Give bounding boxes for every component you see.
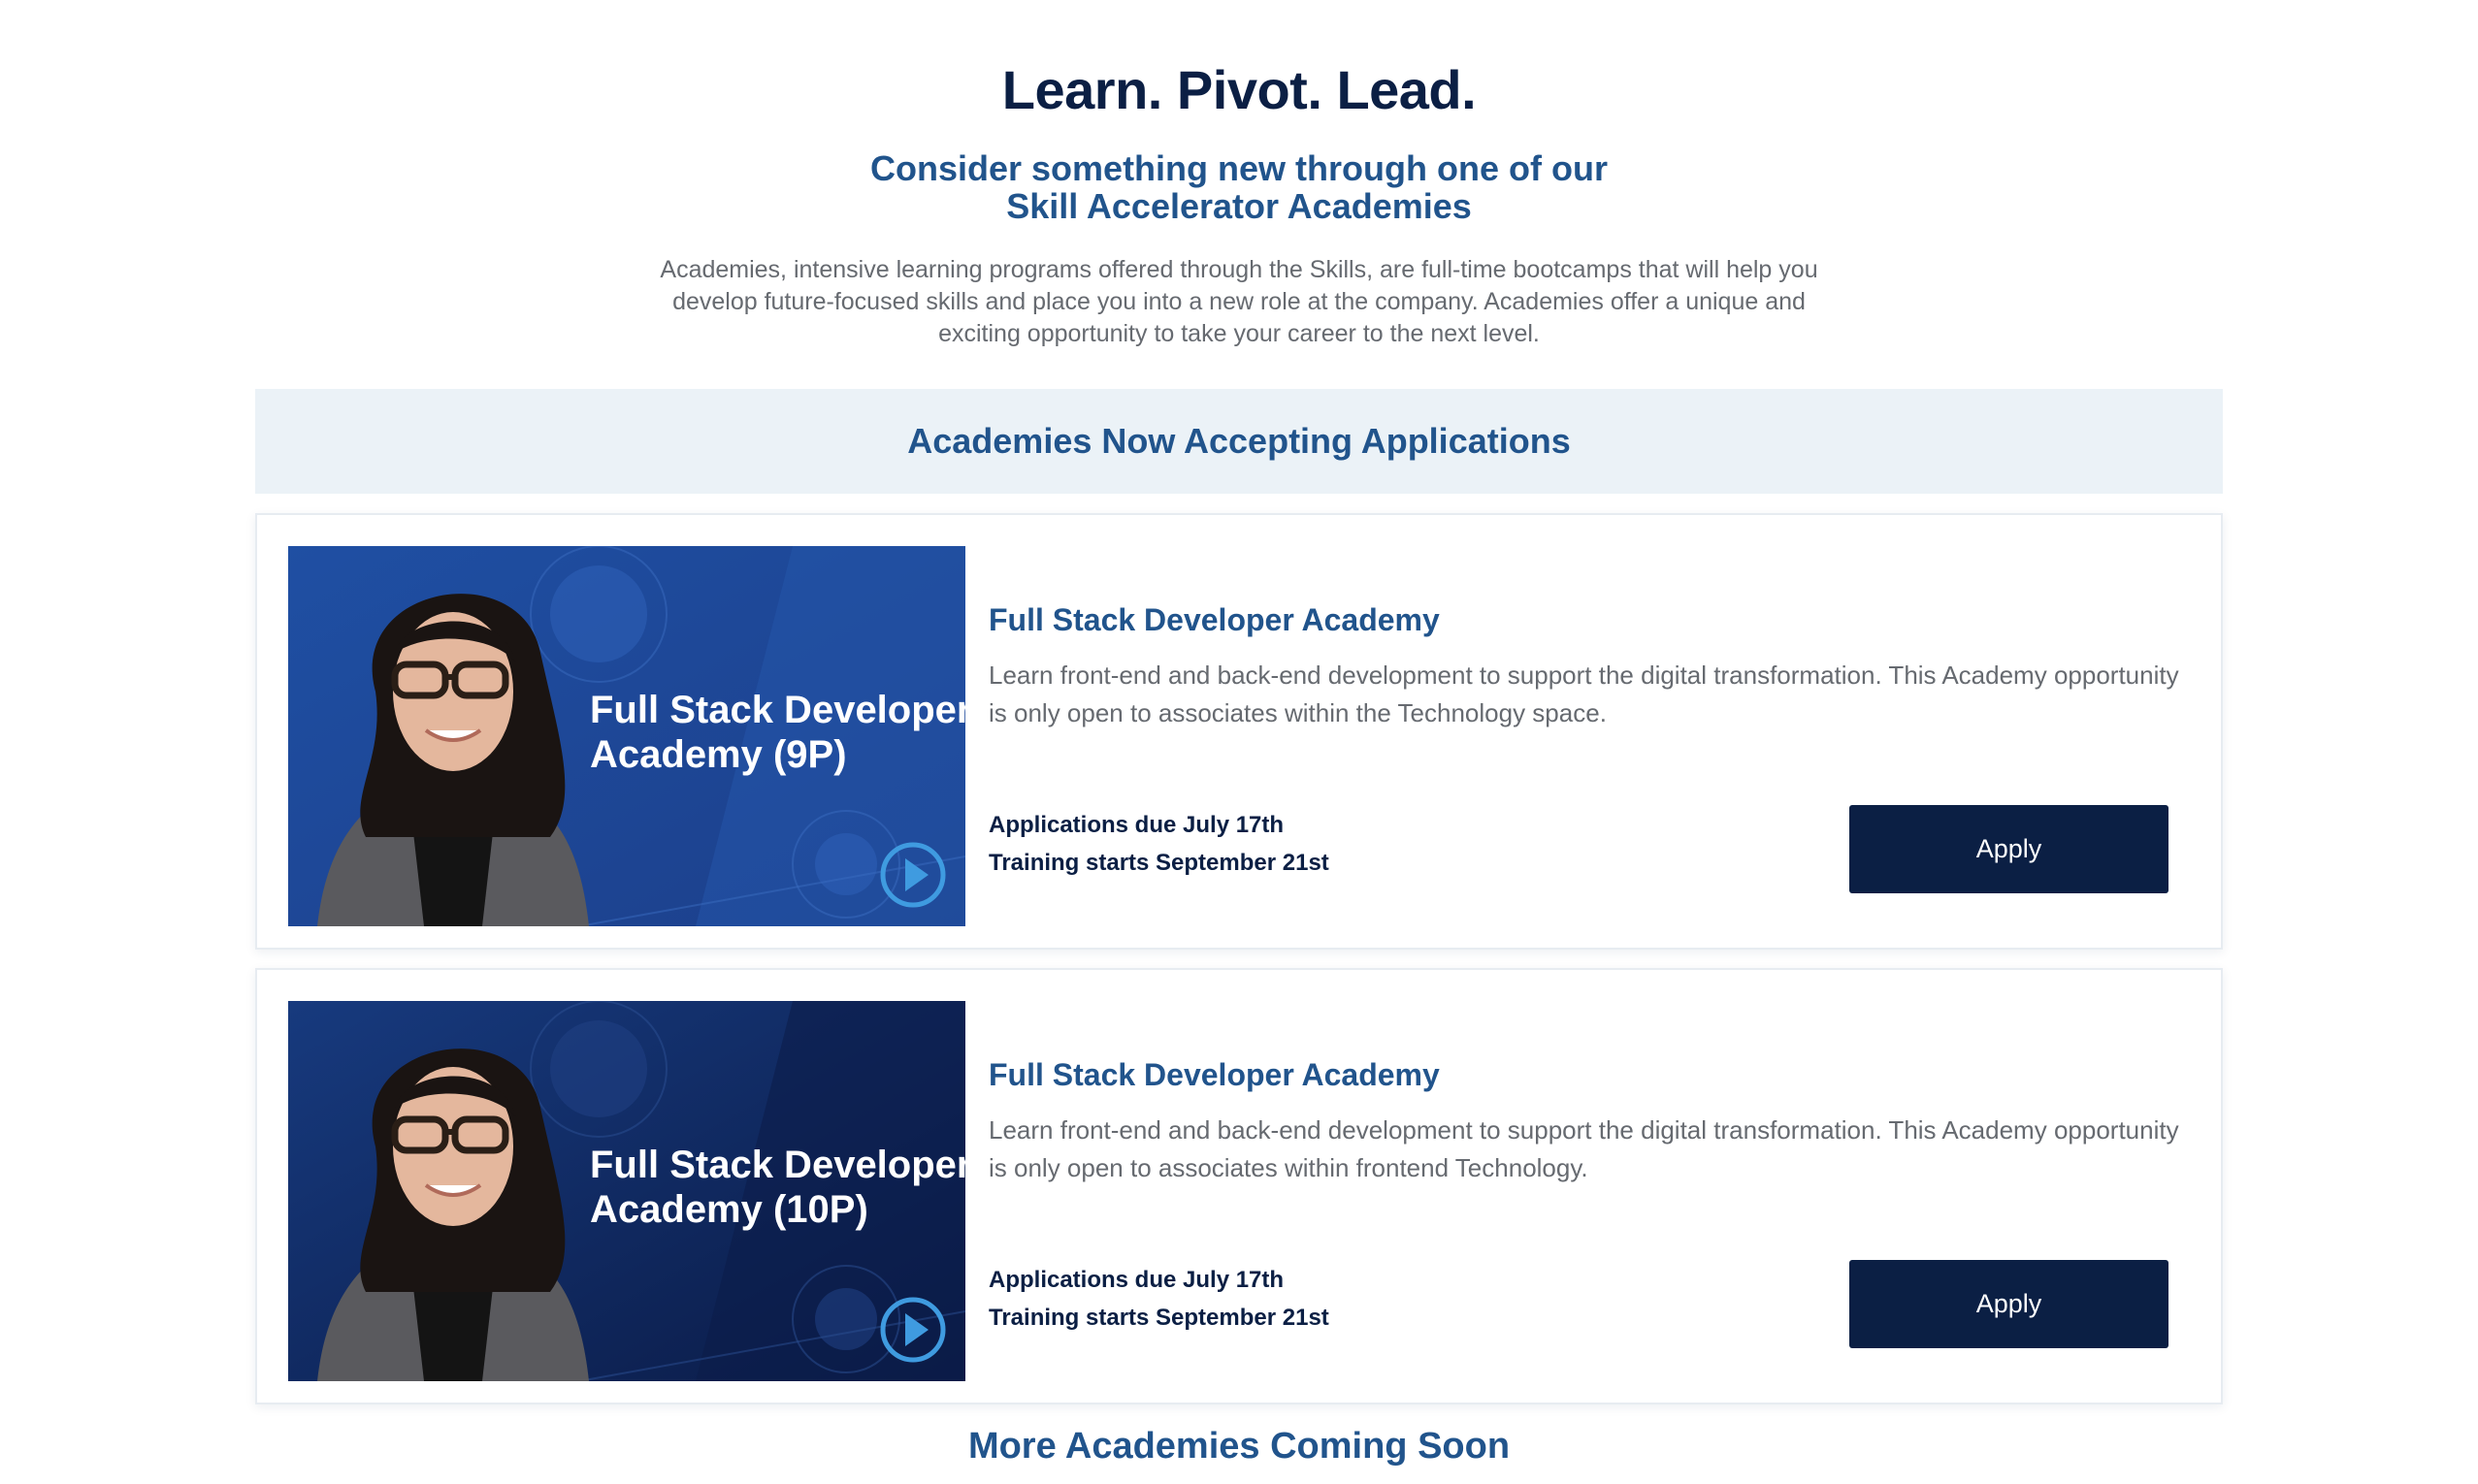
academy-description: Learn front-end and back-end development…	[989, 661, 2179, 727]
video-thumbnail-graphic: Full Stack Developer Academy (10P)	[288, 1001, 965, 1381]
apply-button[interactable]: Apply	[1849, 805, 2168, 893]
page-title: Learn. Pivot. Lead.	[1001, 59, 1477, 120]
academy-card: Full Stack Developer Academy (9P) Full S…	[255, 513, 2223, 950]
section-banner: Academies Now Accepting Applications	[255, 389, 2223, 494]
section-title: Academies Now Accepting Applications	[907, 421, 1571, 461]
academy-video-thumbnail[interactable]: Full Stack Developer Academy (10P)	[288, 1001, 965, 1381]
thumbnail-title-line-1: Full Stack Developer	[590, 689, 965, 731]
hero-description: Academies, intensive learning programs o…	[660, 256, 1818, 347]
academy-title: Full Stack Developer Academy	[989, 1057, 1440, 1092]
apply-button[interactable]: Apply	[1849, 1260, 2168, 1348]
hero-subtitle-line-1: Consider something new through one of ou…	[870, 148, 1608, 188]
academy-dates: Applications due July 17th Training star…	[989, 806, 1329, 882]
academy-description: Learn front-end and back-end development…	[989, 1115, 2179, 1182]
thumbnail-title-line-2: Academy (9P)	[590, 733, 847, 776]
page: Learn. Pivot. Lead. Consider something n…	[0, 0, 2478, 1484]
applications-due: Applications due July 17th	[989, 1267, 1285, 1293]
applications-due: Applications due July 17th	[989, 812, 1285, 838]
training-start: Training starts September 21st	[989, 1305, 1329, 1331]
video-thumbnail-graphic: Full Stack Developer Academy (9P)	[288, 546, 965, 926]
academy-dates: Applications due July 17th Training star…	[989, 1261, 1329, 1337]
thumbnail-title-line-1: Full Stack Developer	[590, 1144, 965, 1186]
training-start: Training starts September 21st	[989, 850, 1329, 876]
hero-subtitle: Consider something new through one of ou…	[0, 149, 2478, 225]
academy-video-thumbnail[interactable]: Full Stack Developer Academy (9P)	[288, 546, 965, 926]
hero-subtitle-line-2: Skill Accelerator Academies	[1006, 186, 1472, 226]
thumbnail-title-line-2: Academy (10P)	[590, 1188, 868, 1231]
academy-title: Full Stack Developer Academy	[989, 602, 1440, 637]
coming-soon-heading: More Academies Coming Soon	[967, 1426, 1511, 1467]
academy-card: Full Stack Developer Academy (10P) Full …	[255, 968, 2223, 1404]
